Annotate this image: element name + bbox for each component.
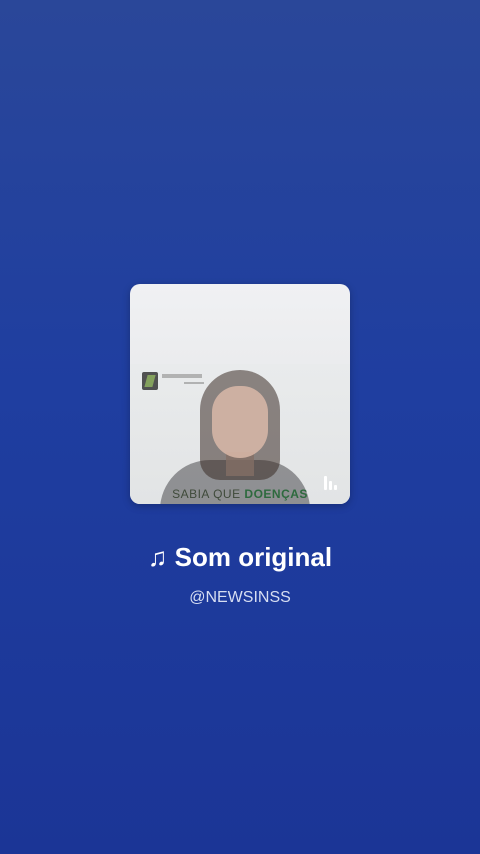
cover-caption-bold: DOENÇAS [244,487,308,501]
cover-caption: SABIA QUE DOENÇAS [130,487,350,501]
equalizer-icon [324,472,338,490]
audio-title: ♫ Som original [0,542,480,573]
audio-title-text: Som original [174,542,333,572]
music-note-icon: ♫ [147,542,168,572]
logo-mark-icon [142,372,158,390]
audio-cover-thumbnail[interactable]: SABIA QUE DOENÇAS [130,284,350,504]
cover-person-image [160,370,310,504]
audio-author[interactable]: @NEWSINSS [0,589,480,607]
cover-caption-normal: SABIA QUE [172,487,245,501]
